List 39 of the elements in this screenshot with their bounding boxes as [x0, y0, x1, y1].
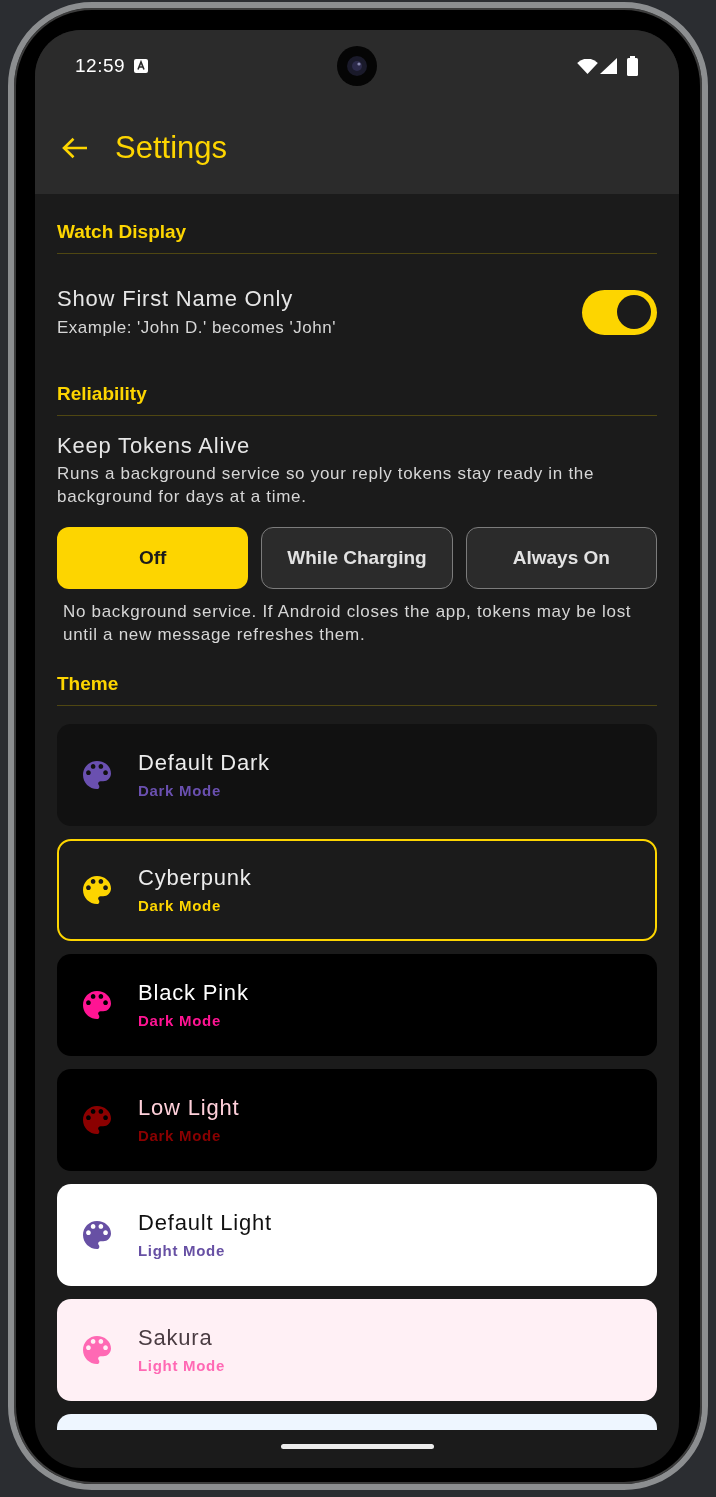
- battery-icon: [627, 56, 638, 76]
- setting-description: Runs a background service so your reply tokens stay ready in the background for days at a time.: [57, 463, 596, 508]
- theme-mode: Dark Mode: [138, 781, 221, 801]
- setting-title: Show First Name Only: [57, 285, 294, 313]
- toggle-switch[interactable]: [582, 289, 657, 335]
- back-arrow-icon: [62, 137, 88, 159]
- theme-card[interactable]: Default Dark Dark Mode: [57, 724, 657, 826]
- screen-title: Settings: [115, 128, 227, 167]
- theme-name: Cyberpunk: [138, 864, 252, 892]
- setting-description: Example: 'John D.' becomes 'John': [57, 317, 336, 339]
- theme-mode: Light Mode: [138, 1241, 225, 1261]
- theme-card[interactable]: Low Light Dark Mode: [57, 1069, 657, 1171]
- theme-card[interactable]: Black Pink Dark Mode: [57, 954, 657, 1056]
- theme-mode: Dark Mode: [138, 1011, 221, 1031]
- theme-name: Default Light: [138, 1209, 272, 1237]
- back-button[interactable]: [62, 137, 88, 159]
- status-time: 12:59: [75, 53, 126, 78]
- theme-mode: Light Mode: [138, 1356, 225, 1376]
- theme-card[interactable]: Cyberpunk Dark Mode: [57, 839, 657, 941]
- theme-name: Low Light: [138, 1094, 240, 1122]
- mode-option-button[interactable]: Always On: [465, 527, 657, 589]
- mode-option-button[interactable]: Off: [57, 527, 249, 589]
- theme-name: Default Dark: [138, 749, 270, 777]
- section-header: Reliability: [57, 382, 147, 406]
- theme-name: Black Pink: [138, 979, 249, 1007]
- theme-name: Sakura: [138, 1324, 213, 1352]
- notification-icon: [134, 59, 149, 73]
- mode-description: No background service. If Android closes the app, tokens may be lost until a new message refreshes them.: [63, 601, 633, 646]
- mode-option-button[interactable]: While Charging: [261, 527, 453, 589]
- wifi-icon: [577, 58, 598, 74]
- theme-mode: Dark Mode: [138, 1126, 221, 1146]
- theme-mode: Dark Mode: [138, 896, 221, 916]
- setting-title: Keep Tokens Alive: [57, 432, 250, 460]
- section-header: Watch Display: [57, 220, 187, 244]
- theme-card[interactable]: Default Light Light Mode: [57, 1184, 657, 1286]
- theme-card[interactable]: Sakura Light Mode: [57, 1299, 657, 1401]
- section-header: Theme: [57, 672, 119, 696]
- camera-lens-icon: [337, 46, 377, 86]
- signal-icon: [600, 58, 617, 74]
